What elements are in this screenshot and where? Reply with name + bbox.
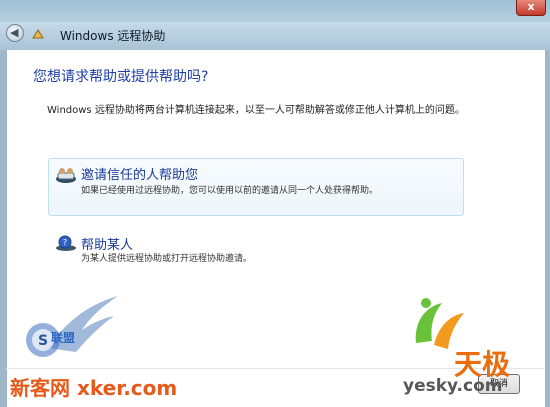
page-description: Windows 远程协助将两台计算机连接起来，以至一人可帮助解答或修正他人计算机… bbox=[47, 105, 465, 116]
xker-logo-icon: S bbox=[26, 296, 118, 357]
close-button[interactable]: x bbox=[516, 0, 546, 16]
watermark-xker: 新客网 xker.com bbox=[10, 376, 178, 400]
back-button[interactable]: ◀ bbox=[6, 24, 24, 42]
svg-text:?: ? bbox=[63, 238, 67, 247]
watermark-yesky: yesky.com bbox=[403, 376, 503, 396]
invite-option-subtitle: 如果已经使用过远程协助，您可以使用以前的邀请从同一个人处获得帮助。 bbox=[81, 186, 379, 196]
window-title: Windows 远程协助 bbox=[60, 29, 166, 43]
help-someone-subtitle: 为某人提供远程协助或打开远程协助邀请。 bbox=[81, 254, 253, 264]
svg-text:S: S bbox=[38, 333, 48, 349]
people-icon bbox=[56, 168, 76, 183]
window-top-strip bbox=[0, 0, 550, 22]
remote-assistance-window: x ◀ Windows 远程协助 您想请求帮助或提供帮助吗? Windows 远… bbox=[0, 0, 550, 407]
page-heading: 您想请求帮助或提供帮助吗? bbox=[33, 69, 209, 85]
remote-assistance-icon bbox=[32, 29, 44, 39]
help-icon: ? bbox=[56, 235, 76, 251]
back-arrow-icon: ◀ bbox=[10, 26, 19, 39]
invite-option-title[interactable]: 邀请信任的人帮助您 bbox=[81, 164, 198, 183]
watermark-left-label: 联盟 bbox=[51, 331, 76, 345]
